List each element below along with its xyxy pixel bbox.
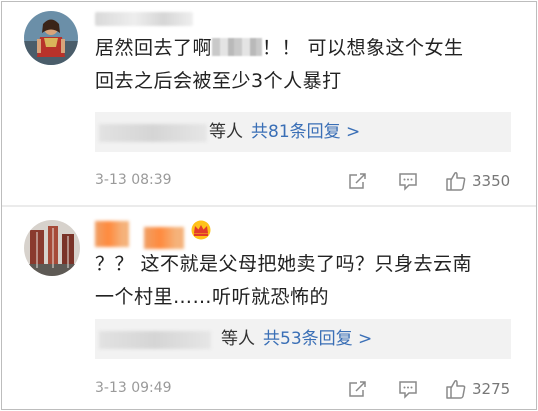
share-icon[interactable] (347, 378, 369, 400)
comment-meta: 3-13 08:39 3350 (95, 170, 515, 192)
view-replies-link[interactable]: 共53条回复 > (263, 329, 372, 349)
comment-icon[interactable] (397, 378, 419, 400)
reply-summary[interactable]: 等人 共81条回复 > (95, 112, 511, 152)
comment-item: ？？ 这不就是父母把她卖了吗？只身去云南 一个村里……听听就恐怖的 等人 共53条… (2, 207, 536, 409)
vip-crown-icon (191, 220, 211, 240)
username-part (144, 227, 184, 249)
comment-icon[interactable] (397, 170, 419, 192)
avatar[interactable] (24, 220, 80, 276)
like-count: 3275 (472, 380, 511, 398)
reply-users-blur (99, 331, 211, 349)
comment-text: 居然回去了啊！！ 可以想象这个女生 回去之后会被至少3个人暴打 (95, 37, 464, 92)
like-icon[interactable] (445, 170, 467, 192)
censored-mosaic (212, 38, 263, 56)
reply-suffix: 等人 (209, 122, 243, 142)
avatar[interactable] (24, 11, 78, 65)
comment-meta: 3-13 09:49 3275 (95, 378, 515, 400)
reply-summary[interactable]: 等人 共53条回复 > (95, 319, 511, 359)
like-icon[interactable] (445, 378, 467, 400)
view-replies-link[interactable]: 共81条回复 > (251, 122, 360, 142)
timestamp: 3-13 08:39 (95, 172, 172, 188)
share-icon[interactable] (347, 170, 369, 192)
username[interactable] (95, 221, 129, 247)
username[interactable] (95, 12, 193, 26)
reply-suffix: 等人 (221, 329, 255, 349)
like-count: 3350 (472, 172, 511, 190)
comment-item: 居然回去了啊！！ 可以想象这个女生 回去之后会被至少3个人暴打 等人 共81条回复… (2, 2, 536, 205)
timestamp: 3-13 09:49 (95, 380, 172, 396)
comment-text: ？？ 这不就是父母把她卖了吗？只身去云南 一个村里……听听就恐怖的 (95, 253, 473, 308)
comment-list: 居然回去了啊！！ 可以想象这个女生 回去之后会被至少3个人暴打 等人 共81条回复… (1, 1, 537, 410)
reply-users-blur (99, 124, 207, 142)
